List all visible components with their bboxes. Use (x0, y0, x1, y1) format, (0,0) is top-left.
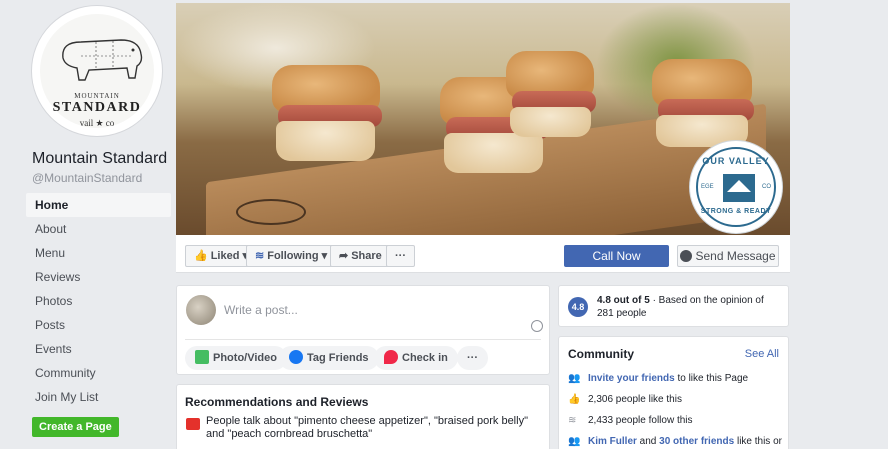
following-button[interactable]: ≋ Following ▾ (246, 245, 337, 267)
left-sidebar: MOUNTAIN STANDARD vail ★ co Mountain Sta… (26, 6, 171, 437)
create-page-button[interactable]: Create a Page (32, 417, 119, 437)
photo-icon (195, 350, 209, 364)
check-in-button[interactable]: Check in (374, 346, 458, 370)
nav-item-community[interactable]: Community (26, 361, 171, 385)
pig-icon (62, 39, 143, 81)
board-brand-mark (236, 199, 306, 225)
likes-row: 👍 2,306 people like this (568, 394, 682, 405)
community-card: Community See All 👥 Invite your friends t… (558, 336, 789, 449)
invite-friends-link[interactable]: Invite your friends (588, 373, 675, 384)
post-composer: Write a post... Photo/Video Tag Friends … (176, 285, 550, 375)
invite-friends-row: 👥 Invite your friends to like this Page (568, 373, 749, 384)
thumbs-up-icon: 👍 (194, 250, 208, 262)
rating-score-badge: 4.8 (568, 297, 588, 317)
rss-icon: ≋ (568, 415, 577, 426)
nav-item-events[interactable]: Events (26, 337, 171, 361)
friend-link[interactable]: Kim Fuller (588, 436, 637, 447)
rating-card: 4.8 4.8 out of 5 · Based on the opinion … (558, 285, 789, 327)
call-now-button[interactable]: Call Now (564, 245, 669, 267)
slider-sandwich (506, 51, 597, 137)
logo-text-main: STANDARD (52, 100, 142, 115)
community-title: Community (568, 347, 634, 361)
page-nav: Home About Menu Reviews Photos Posts Eve… (26, 193, 171, 409)
write-post-input[interactable]: Write a post... (224, 303, 298, 317)
people-icon: 👥 (568, 436, 581, 447)
page-action-bar: 👍Liked ▾ ≋Following ▾ ➦Share ··· Call No… (176, 235, 790, 273)
logo-text-top: MOUNTAIN (74, 92, 120, 100)
nav-item-reviews[interactable]: Reviews (26, 265, 171, 289)
photo-video-button[interactable]: Photo/Video (185, 346, 287, 370)
tag-people-icon (289, 350, 303, 364)
badge-text-left: EGE (701, 184, 714, 190)
people-icon: 👥 (568, 373, 581, 384)
avatar (186, 295, 216, 325)
send-message-button[interactable]: Send Message (677, 245, 779, 267)
see-all-link[interactable]: See All (745, 348, 779, 360)
friends-like-row: 👥 Kim Fuller and 30 other friends like th… (568, 436, 782, 447)
emoji-icon[interactable] (531, 320, 543, 332)
thumbs-up-icon: 👍 (568, 394, 581, 405)
messenger-icon (680, 250, 693, 262)
follows-row: ≋ 2,433 people follow this (568, 415, 693, 426)
location-pin-icon (384, 350, 398, 364)
recommendations-summary: People talk about "pimento cheese appeti… (206, 415, 528, 440)
logo-text-bottom: vail ★ co (79, 118, 115, 128)
recommendations-title[interactable]: Recommendations and Reviews (185, 395, 368, 409)
badge-text-right: CO (762, 184, 771, 190)
nav-item-home[interactable]: Home (26, 193, 171, 217)
nav-item-posts[interactable]: Posts (26, 313, 171, 337)
nav-item-join-my-list[interactable]: Join My List (26, 385, 171, 409)
page-title[interactable]: Mountain Standard (32, 150, 171, 168)
other-friends-link[interactable]: 30 other friends (659, 436, 734, 447)
composer-more-button[interactable]: ··· (457, 346, 488, 370)
tag-friends-button[interactable]: Tag Friends (279, 346, 379, 370)
our-valley-badge: OUR VALLEY EGE CO STRONG & READY (690, 141, 782, 233)
slider-sandwich (272, 65, 382, 165)
rss-icon: ≋ (255, 250, 265, 262)
mountain-icon (723, 174, 755, 202)
speech-bubble-icon (186, 418, 200, 430)
nav-item-photos[interactable]: Photos (26, 289, 171, 313)
composer-divider (185, 339, 541, 340)
page-handle[interactable]: @MountainStandard (32, 171, 171, 185)
page-profile-logo[interactable]: MOUNTAIN STANDARD vail ★ co (32, 6, 162, 136)
logo-background: MOUNTAIN STANDARD vail ★ co (40, 14, 154, 128)
badge-text-bottom: STRONG & READY (700, 208, 772, 215)
share-button[interactable]: ➦ Share (330, 245, 391, 267)
more-options-button[interactable]: ··· (386, 245, 415, 267)
nav-item-about[interactable]: About (26, 217, 171, 241)
recommendations-card: Recommendations and Reviews People talk … (176, 384, 550, 449)
share-arrow-icon: ➦ (339, 250, 349, 262)
nav-item-menu[interactable]: Menu (26, 241, 171, 265)
caret-down-icon: ▾ (321, 250, 328, 262)
badge-text-top: OUR VALLEY (702, 156, 770, 166)
rating-summary: 4.8 out of 5 · Based on the opinion of 2… (597, 295, 764, 319)
